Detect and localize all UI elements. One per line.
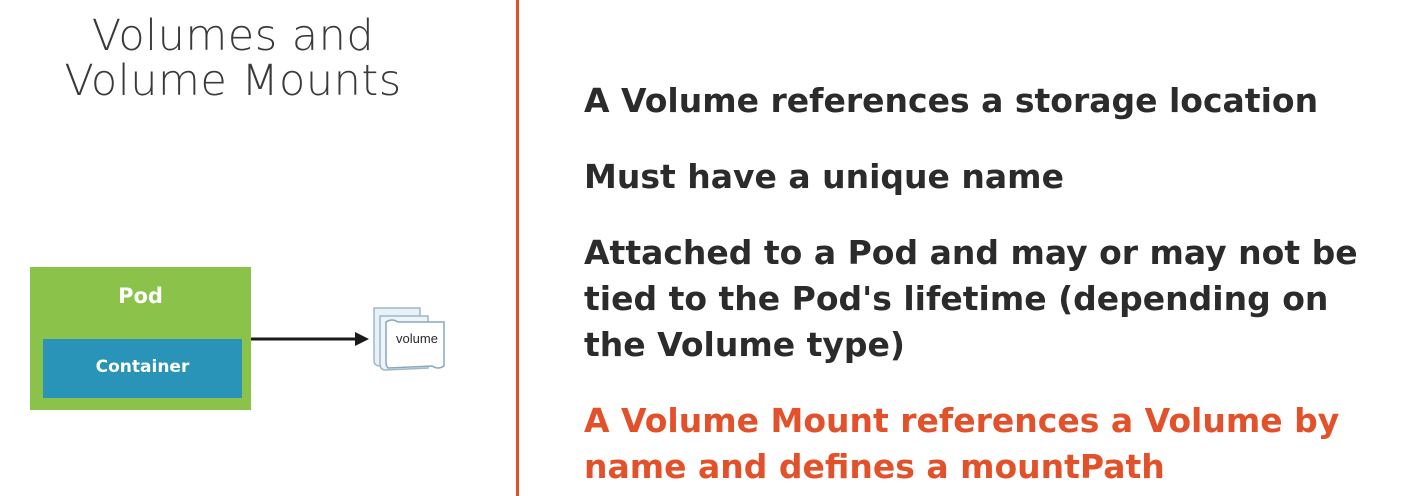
point-volume-mount: A Volume Mount references a Volume by na… bbox=[584, 398, 1339, 490]
container-label: Container bbox=[95, 357, 190, 377]
arrow-right-icon bbox=[251, 332, 369, 346]
pod-volume-diagram: Pod Container volume bbox=[0, 0, 516, 496]
point-line: A Volume Mount references a Volume by bbox=[584, 401, 1340, 440]
point-line: the Volume type) bbox=[584, 325, 905, 364]
vertical-divider bbox=[516, 0, 519, 496]
point-line: tied to the Pod's lifetime (depending on bbox=[584, 279, 1329, 318]
point-volume-references-storage: A Volume references a storage location bbox=[584, 78, 1318, 124]
divider-line bbox=[516, 0, 519, 496]
point-line: Must have a unique name bbox=[584, 157, 1064, 196]
pod-label: Pod bbox=[118, 284, 163, 308]
point-line: name and defines a mountPath bbox=[584, 447, 1165, 486]
slide: Volumes and Volume Mounts Pod Container … bbox=[0, 0, 1416, 496]
point-attached-to-pod: Attached to a Pod and may or may not be … bbox=[584, 230, 1358, 368]
volume-label: volume bbox=[396, 331, 438, 346]
point-line: A Volume references a storage location bbox=[584, 81, 1319, 120]
point-line: Attached to a Pod and may or may not be bbox=[584, 233, 1358, 272]
point-unique-name: Must have a unique name bbox=[584, 154, 1064, 200]
